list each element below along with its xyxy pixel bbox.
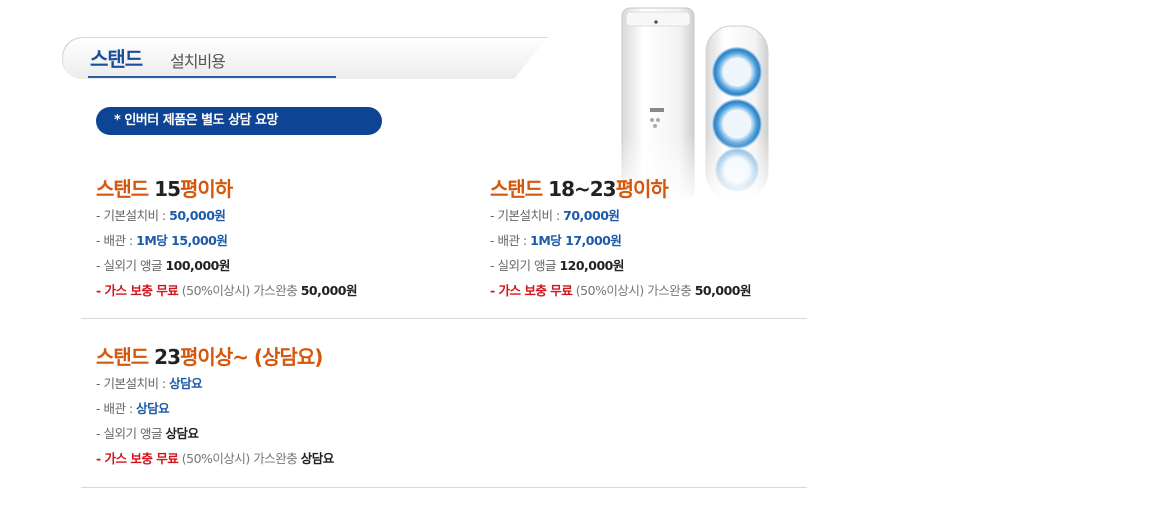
stand-air-conditioner-image (606, 7, 786, 204)
outdoor-angle-fee: - 실외기 앵글 상담요 (96, 426, 199, 441)
price-section-18-23: 스탠드 18~23평이하 - 기본설치비 : 70,000원 - 배관 : 1M… (490, 175, 751, 303)
section-divider (81, 318, 807, 319)
inverter-notice-badge: * 인버터 제품은 별도 상담 요망 (96, 107, 382, 135)
section-title: 스탠드 15평이하 (96, 177, 233, 201)
base-install-fee: - 기본설치비 : 70,000원 (490, 208, 620, 223)
section-title: 스탠드 23평이상~ (상담요) (96, 345, 323, 369)
outdoor-angle-fee: - 실외기 앵글 120,000원 (490, 258, 624, 273)
gas-refill-fee: - 가스 보충 무료 (50%이상시) 가스완충 상담요 (96, 451, 334, 466)
price-section-15: 스탠드 15평이하 - 기본설치비 : 50,000원 - 배관 : 1M당 1… (96, 175, 357, 303)
header-subtitle: 설치비용 (170, 52, 226, 71)
gas-refill-fee: - 가스 보충 무료 (50%이상시) 가스완충 50,000원 (490, 283, 751, 298)
section-divider (81, 487, 807, 488)
gas-refill-fee: - 가스 보충 무료 (50%이상시) 가스완충 50,000원 (96, 283, 357, 298)
pipe-fee: - 배관 : 1M당 15,000원 (96, 233, 228, 248)
header-title: 스탠드 (90, 47, 143, 71)
pipe-fee: - 배관 : 1M당 17,000원 (490, 233, 622, 248)
pipe-fee: - 배관 : 상담요 (96, 401, 170, 416)
base-install-fee: - 기본설치비 : 50,000원 (96, 208, 226, 223)
base-install-fee: - 기본설치비 : 상담요 (96, 376, 203, 391)
outdoor-angle-fee: - 실외기 앵글 100,000원 (96, 258, 230, 273)
price-section-23-plus: 스탠드 23평이상~ (상담요) - 기본설치비 : 상담요 - 배관 : 상담… (96, 343, 334, 471)
section-title: 스탠드 18~23평이하 (490, 177, 669, 201)
header-underline (88, 76, 336, 78)
